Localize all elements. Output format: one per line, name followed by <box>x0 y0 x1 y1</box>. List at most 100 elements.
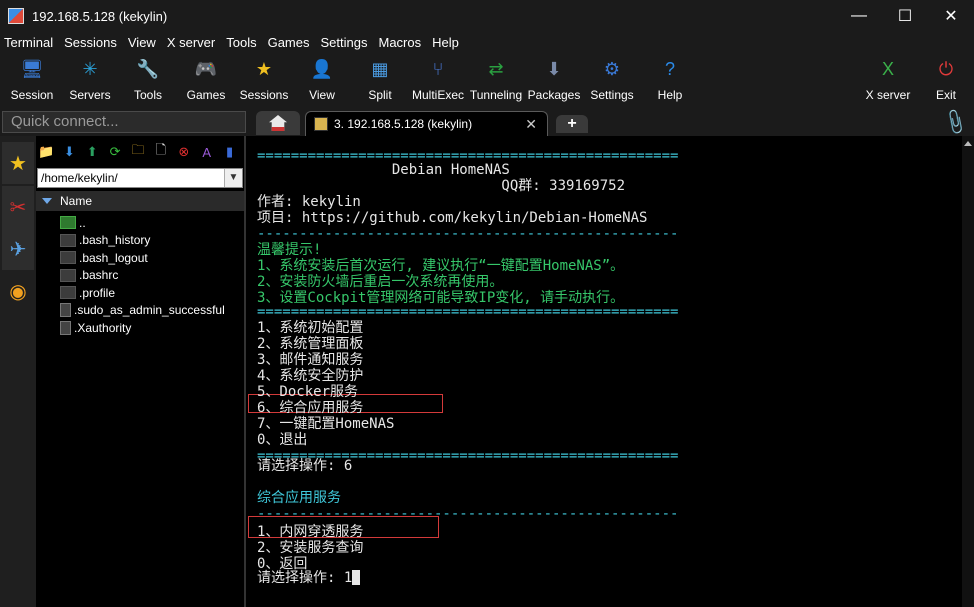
ssh-session-icon <box>314 117 328 131</box>
chevron-down-icon[interactable]: ▼ <box>224 169 242 187</box>
toolbar-tools-button[interactable]: 🔧 Tools <box>118 54 178 106</box>
toolbar-split-button[interactable]: ▦ Split <box>350 54 410 106</box>
menu-macros[interactable]: Macros <box>378 35 421 50</box>
terminal-line-text: 2、系统管理面板 <box>257 336 364 352</box>
sidebar-tab-tools-icon[interactable]: ✂ <box>2 186 34 228</box>
toolbar-view-button[interactable]: 👤 View <box>292 54 352 106</box>
file-list-item[interactable]: .bash_logout <box>36 249 244 267</box>
tools-icon: 🔧 <box>136 58 160 79</box>
terminal-scrollbar[interactable] <box>962 136 974 607</box>
file-list-header[interactable]: Name <box>36 191 244 211</box>
file-name: .bashrc <box>79 268 119 283</box>
toolbar-packages-button[interactable]: ⬇ Packages <box>524 54 584 106</box>
terminal-line-text: 1、内网穿透服务 <box>257 524 364 540</box>
toolbar-help-button[interactable]: ? Help <box>640 54 700 106</box>
terminal-line-text: 2、安装服务查询 <box>257 540 364 556</box>
terminal-output[interactable]: ========================================… <box>248 136 962 607</box>
menu-settings[interactable]: Settings <box>321 35 368 50</box>
maximize-button[interactable]: ☐ <box>882 0 928 32</box>
menu-x-server[interactable]: X server <box>167 35 215 50</box>
xserver-icon: X <box>881 58 894 79</box>
upload-icon[interactable]: ⬆ <box>84 143 101 161</box>
file-list-item[interactable]: .profile <box>36 284 244 302</box>
terminal-line-text: 作者: kekylin <box>257 194 361 210</box>
terminal-line: ----------------------------------------… <box>257 226 678 242</box>
home-tab[interactable] <box>256 111 300 135</box>
tunneling-icon: ⇄ <box>488 58 504 79</box>
file-icon <box>60 320 71 335</box>
rename-icon[interactable]: A <box>198 143 215 161</box>
toolbar-multiexec-button[interactable]: ⑂ MultiExec <box>408 54 468 106</box>
toolbar-label: Split <box>368 88 392 102</box>
toolbar-exit-button[interactable]: ⏻ Exit <box>916 54 974 106</box>
file-list-item[interactable]: .bash_history <box>36 232 244 250</box>
toolbar-games-button[interactable]: 🎮 Games <box>176 54 236 106</box>
terminal-line: 1、内网穿透服务 <box>257 524 363 540</box>
terminal-line: 5、Docker服务 <box>257 384 358 400</box>
file-list-item[interactable]: .Xauthority <box>36 319 244 337</box>
new-file-icon[interactable]: 🗋 <box>152 142 169 161</box>
sftp-file-browser: 📁 ⬇ ⬆ ⟳ 🗀 🗋 ⊗ A ▮ /home/kekylin/ ▼ Name … <box>36 136 246 607</box>
minimize-button[interactable]: — <box>836 0 882 32</box>
menu-view[interactable]: View <box>128 35 156 50</box>
exit-icon: ⏻ <box>938 58 954 79</box>
file-list-item[interactable]: .sudo_as_admin_successful <box>36 302 244 320</box>
toolbar-settings-button[interactable]: ⚙ Settings <box>582 54 642 106</box>
toolbar-tunneling-button[interactable]: ⇄ Tunneling <box>466 54 526 106</box>
menu-games[interactable]: Games <box>268 35 310 50</box>
open-folder-icon[interactable]: 📁 <box>38 143 55 161</box>
file-name: .profile <box>79 285 116 300</box>
menu-sessions[interactable]: Sessions <box>64 35 117 50</box>
toolbar-label: Tunneling <box>469 88 523 102</box>
quick-connect-input[interactable]: Quick connect... <box>2 111 246 133</box>
terminal-line-text: 项目: https://github.com/kekylin/Debian-Ho… <box>257 210 648 226</box>
toolbar-servers-button[interactable]: ✳ Servers <box>60 54 120 106</box>
menu-terminal[interactable]: Terminal <box>4 35 53 50</box>
toolbar-x-server-button[interactable]: X X server <box>858 54 918 106</box>
sidebar-vertical-tabs: ★ ✂ ✈ ◉ <box>0 136 36 607</box>
sidebar-tab-sftp-icon[interactable]: ✈ <box>2 228 34 270</box>
terminal-line: 7、一键配置HomeNAS <box>257 416 394 432</box>
settings-icon: ⚙ <box>603 58 621 79</box>
terminal-line-text: 7、一键配置HomeNAS <box>257 416 395 432</box>
tab-close-button[interactable]: ✕ <box>525 116 537 133</box>
toolbar-label: Sessions <box>239 88 289 102</box>
new-folder-icon[interactable]: 🗀 <box>130 142 147 161</box>
terminal-line-text: Debian HomeNAS <box>257 162 510 178</box>
terminal-line: 请选择操作: 1 <box>257 570 361 586</box>
terminal-line-text: QQ群: 339169752 <box>257 178 626 194</box>
toolbar-label: MultiExec <box>411 88 464 102</box>
help-icon: ? <box>664 58 675 79</box>
sidebar-tab-sessions-star-icon[interactable]: ★ <box>2 142 34 184</box>
menu-tools[interactable]: Tools <box>226 35 256 50</box>
refresh-icon[interactable]: ⟳ <box>107 143 124 161</box>
toolbar-label: Exit <box>935 88 956 102</box>
terminal-line-text: 1、系统安装后首次运行, 建议执行“一键配置HomeNAS”。 <box>257 258 625 274</box>
sidebar-tab-macros-icon[interactable]: ◉ <box>2 270 34 312</box>
terminal-line-text: 5、Docker服务 <box>257 384 359 400</box>
properties-icon[interactable]: ▮ <box>221 143 238 161</box>
file-icon <box>60 251 76 265</box>
scroll-up-arrow-icon[interactable] <box>964 141 972 146</box>
toolbar-label: Games <box>186 88 226 102</box>
file-list-item[interactable]: .bashrc <box>36 267 244 285</box>
menu-help[interactable]: Help <box>432 35 459 50</box>
terminal-line: 4、系统安全防护 <box>257 368 363 384</box>
new-tab-button[interactable]: + <box>556 115 588 133</box>
games-icon: 🎮 <box>194 58 218 79</box>
download-icon[interactable]: ⬇ <box>61 143 78 161</box>
toolbar-sessions-button[interactable]: ★ Sessions <box>234 54 294 106</box>
path-field[interactable]: /home/kekylin/ ▼ <box>37 168 243 188</box>
terminal-line: 请选择操作: 6 <box>257 458 352 474</box>
terminal-line-text: ========================================… <box>257 304 679 320</box>
tab-session-ssh[interactable]: 3. 192.168.5.128 (kekylin) ✕ <box>305 111 548 136</box>
delete-icon[interactable]: ⊗ <box>175 143 192 161</box>
tab-bar: Quick connect... 3. 192.168.5.128 (kekyl… <box>0 108 974 136</box>
window-title: 192.168.5.128 (kekylin) <box>32 8 168 24</box>
toolbar-session-button[interactable]: 🖥 Session <box>2 54 62 106</box>
file-icon <box>60 286 76 300</box>
terminal-line-text: 请选择操作: 6 <box>257 458 353 474</box>
close-window-button[interactable]: ✕ <box>928 0 974 32</box>
paperclip-icon[interactable]: 📎 <box>940 108 969 137</box>
file-list-item[interactable]: .. <box>36 214 244 232</box>
